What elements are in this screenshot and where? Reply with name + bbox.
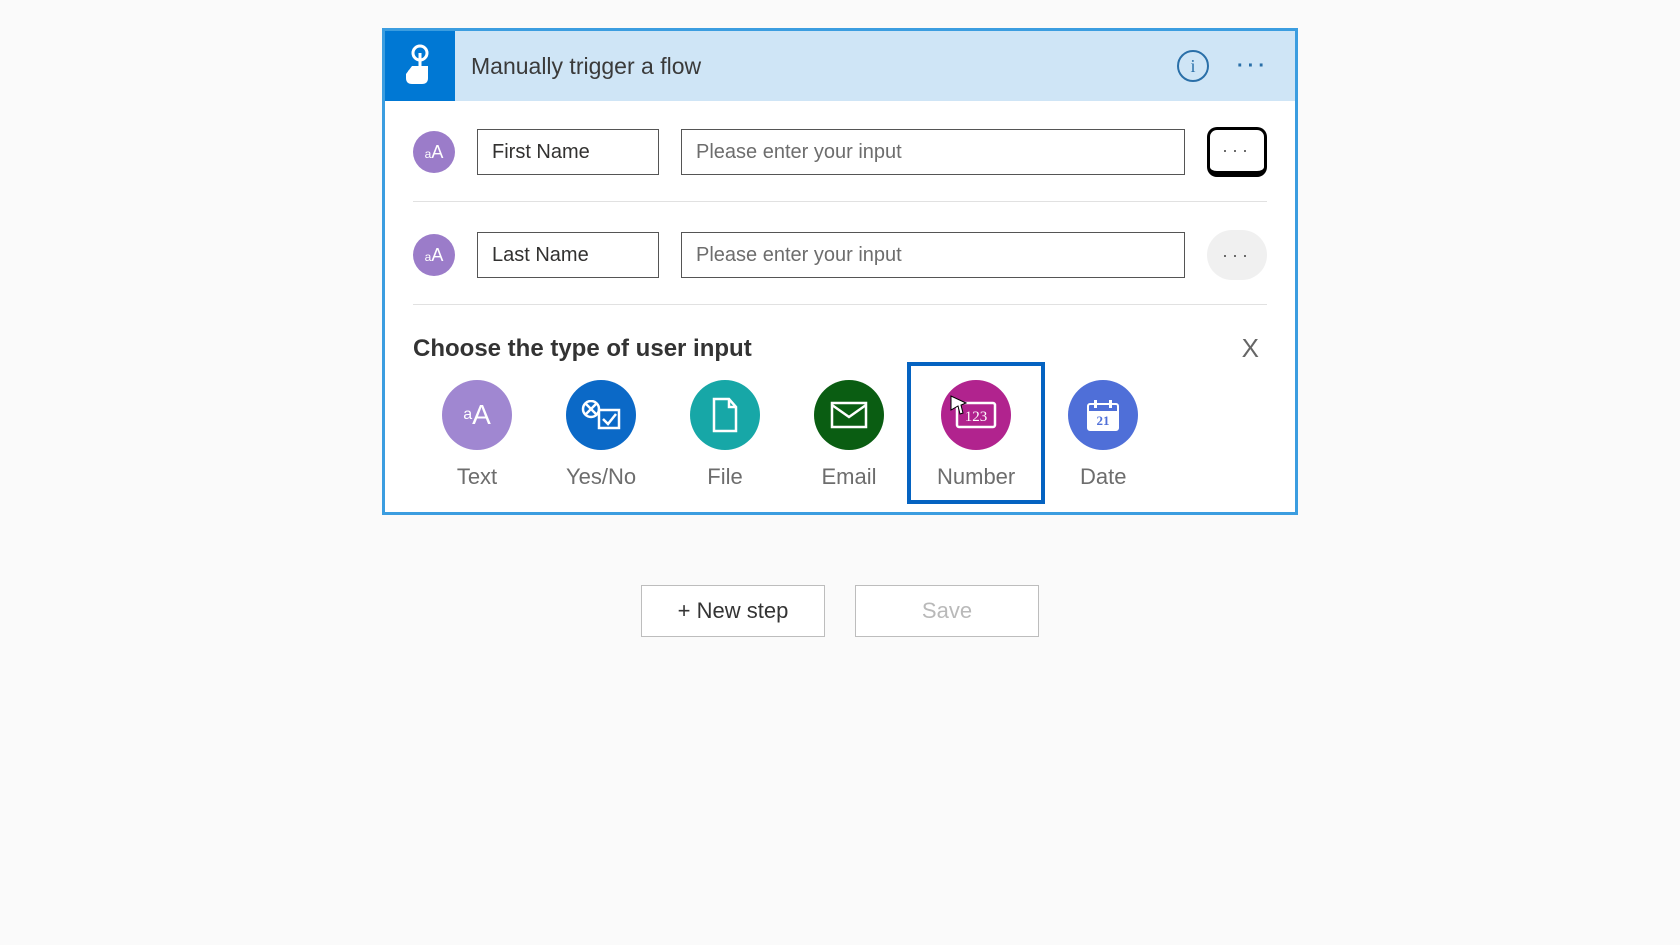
trigger-title: Manually trigger a flow [455, 53, 1177, 80]
type-option-label: Number [937, 464, 1015, 490]
type-option-number[interactable]: 123 Number [907, 362, 1045, 504]
type-option-label: Yes/No [566, 464, 636, 490]
chooser-title: Choose the type of user input [413, 335, 752, 363]
text-icon: aA [442, 380, 512, 450]
new-step-button[interactable]: + New step [641, 585, 825, 637]
card-menu-icon[interactable]: ··· [1237, 55, 1269, 78]
yes-no-icon [566, 380, 636, 450]
input-value-field[interactable]: Please enter your input [681, 232, 1185, 278]
date-icon: 21 [1068, 380, 1138, 450]
email-icon [814, 380, 884, 450]
type-option-yesno[interactable]: Yes/No [565, 380, 637, 490]
input-type-grid: aA Text Yes/No [413, 370, 1267, 490]
text-type-icon [413, 131, 455, 173]
close-icon[interactable]: X [1242, 333, 1267, 364]
file-icon [690, 380, 760, 450]
input-row: First Name Please enter your input ··· [413, 113, 1267, 202]
save-button[interactable]: Save [855, 585, 1039, 637]
svg-text:21: 21 [1097, 413, 1110, 428]
number-icon: 123 [941, 380, 1011, 450]
type-option-text[interactable]: aA Text [441, 380, 513, 490]
input-name-field[interactable]: First Name [477, 129, 659, 175]
input-row-menu-icon[interactable]: ··· [1207, 230, 1267, 280]
type-option-label: Email [821, 464, 876, 490]
info-icon[interactable]: i [1177, 50, 1209, 82]
input-value-field[interactable]: Please enter your input [681, 129, 1185, 175]
text-type-icon [413, 234, 455, 276]
type-option-label: Text [457, 464, 497, 490]
type-option-email[interactable]: Email [813, 380, 885, 490]
input-row: Last Name Please enter your input ··· [413, 202, 1267, 305]
type-option-label: Date [1080, 464, 1126, 490]
type-option-date[interactable]: 21 Date [1067, 380, 1139, 490]
trigger-header[interactable]: Manually trigger a flow i ··· [385, 31, 1295, 101]
type-option-label: File [707, 464, 742, 490]
input-name-field[interactable]: Last Name [477, 232, 659, 278]
input-row-menu-icon[interactable]: ··· [1207, 127, 1267, 177]
trigger-icon [385, 31, 455, 101]
svg-text:123: 123 [965, 409, 988, 425]
footer-actions: + New step Save [0, 585, 1680, 637]
trigger-card: Manually trigger a flow i ··· First Name… [382, 28, 1298, 515]
type-option-file[interactable]: File [689, 380, 761, 490]
